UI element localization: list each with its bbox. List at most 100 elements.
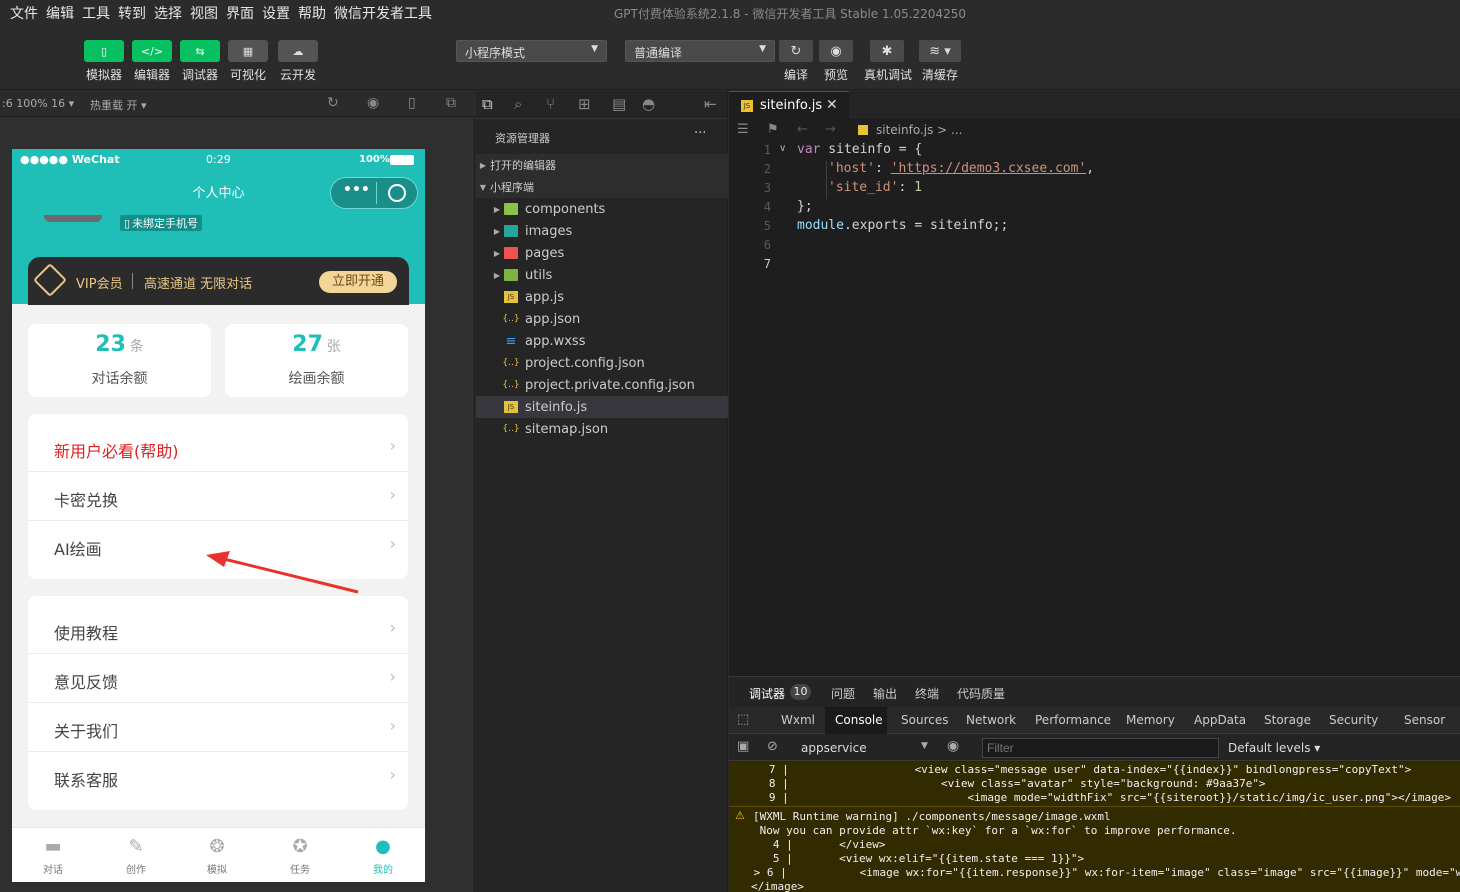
tab-siteinfo[interactable]: JS siteinfo.js ✕ — [729, 91, 849, 119]
code-line-4[interactable]: }; — [797, 199, 813, 214]
record-icon[interactable]: ◉ — [367, 95, 379, 111]
tab-task[interactable]: ✪ 任务 — [280, 836, 320, 876]
remote-debug-button[interactable]: ✱ — [870, 40, 904, 62]
tab-sensor[interactable]: Sensor — [1404, 713, 1445, 727]
tab-debugger[interactable]: 调试器 — [749, 685, 785, 702]
clear-console-icon[interactable]: ⊘ — [767, 739, 778, 754]
collapse-panel-icon[interactable]: ⇤ — [704, 95, 717, 113]
vip-card[interactable]: VIP会员 高速通道 无限对话 立即开通 — [28, 257, 409, 305]
capsule-menu[interactable]: ••• — [330, 177, 418, 209]
tab-create[interactable]: ✎ 创作 — [116, 836, 156, 876]
code-line-2[interactable]: 'host': 'https://demo3.cxsee.com', — [828, 161, 1094, 176]
chevron-down-icon: ▼ — [479, 182, 487, 192]
tree-item-images[interactable]: ▶ images — [476, 220, 728, 242]
editor-button[interactable]: </> — [132, 40, 172, 62]
menu-item-contact[interactable]: 联系客服 › — [28, 753, 408, 801]
files-icon[interactable]: ⧉ — [482, 95, 493, 113]
tab-security[interactable]: Security — [1329, 713, 1378, 727]
avatar[interactable] — [44, 215, 102, 222]
debugger-button[interactable]: ⇆ — [180, 40, 220, 62]
tree-item-project-config-json[interactable]: {..} project.config.json — [476, 352, 728, 374]
vip-open-button[interactable]: 立即开通 — [319, 271, 397, 293]
menu-item-feedback[interactable]: 意见反馈 › — [28, 655, 408, 703]
devtools-tabs: ⬚ Wxml Console Sources Network Performan… — [729, 707, 1460, 734]
code-line-3[interactable]: 'site_id': 1 — [828, 180, 922, 195]
tab-output[interactable]: 输出 — [873, 685, 897, 702]
console-filter-input[interactable] — [982, 738, 1219, 758]
tab-performance[interactable]: Performance — [1035, 713, 1111, 727]
more-icon[interactable]: ••• — [343, 182, 370, 198]
tab-wxml[interactable]: Wxml — [781, 713, 815, 727]
tree-item-components[interactable]: ▶ components — [476, 198, 728, 220]
menu-item-help[interactable]: 新用户必看(帮助) › — [28, 424, 408, 472]
close-mini-icon[interactable] — [388, 184, 406, 202]
tab-console[interactable]: Console — [835, 713, 883, 727]
search-icon[interactable]: ⌕ — [514, 95, 522, 113]
sidebar-toggle-icon[interactable]: ▣ — [737, 739, 749, 754]
window-icon[interactable]: ⧉ — [446, 95, 456, 111]
tree-item-project-private-config-json[interactable]: {..} project.private.config.json — [476, 374, 728, 396]
tree-item-utils[interactable]: ▶ utils — [476, 264, 728, 286]
tree-item-app-wxss[interactable]: ≡ app.wxss — [476, 330, 728, 352]
outline-icon[interactable]: ▤ — [612, 95, 626, 113]
compile-button[interactable]: ↻ — [779, 40, 813, 62]
tree-item-app-json[interactable]: {..} app.json — [476, 308, 728, 330]
menu-item-redeem[interactable]: 卡密兑换 › — [28, 473, 408, 521]
bookmark-icon[interactable]: ⚑ — [767, 122, 779, 137]
rotate-icon[interactable]: ↻ — [327, 95, 339, 111]
chat-balance-value: 23 — [95, 332, 126, 357]
tab-problems[interactable]: 问题 — [831, 685, 855, 702]
more-icon[interactable]: ··· — [694, 126, 706, 141]
warning-line: 5 | <view wx:elif="{{item.state === 1}}"… — [753, 852, 1085, 865]
tab-terminal[interactable]: 终端 — [915, 685, 939, 702]
eye-icon[interactable]: ◉ — [947, 738, 959, 754]
inspect-icon[interactable]: ⬚ — [737, 712, 749, 727]
section-open-editors[interactable]: ▶ 打开的编辑器 — [476, 154, 728, 176]
tab-appdata[interactable]: AppData — [1194, 713, 1246, 727]
compile-select[interactable]: 普通编译 ▼ — [625, 40, 775, 62]
tab-network[interactable]: Network — [966, 713, 1016, 727]
mode-select[interactable]: 小程序模式 ▼ — [456, 40, 607, 62]
tree-item-app-js[interactable]: JS app.js — [476, 286, 728, 308]
preview-button[interactable]: ◉ — [819, 40, 853, 62]
tree-item-siteinfo-js[interactable]: JS siteinfo.js — [476, 396, 728, 418]
section-miniprogram[interactable]: ▼ 小程序端 — [476, 176, 728, 198]
extensions-icon[interactable]: ⊞ — [578, 95, 591, 113]
list-icon[interactable]: ☰ — [737, 122, 749, 137]
log-levels-select[interactable]: Default levels ▾ — [1228, 741, 1320, 755]
code-line-1[interactable]: var siteinfo = { — [797, 142, 922, 157]
visual-button[interactable]: ▦ — [228, 40, 268, 62]
cloud-button[interactable]: ☁ — [278, 40, 318, 62]
mode-select-value: 小程序模式 — [465, 46, 526, 60]
back-icon[interactable]: ← — [797, 122, 808, 137]
tab-memory[interactable]: Memory — [1126, 713, 1175, 727]
hot-reload-select[interactable]: 热重载 开 ▾ — [90, 97, 147, 113]
forward-icon[interactable]: → — [825, 122, 836, 137]
zoom-select[interactable]: :6 100% 16 ▾ — [2, 97, 74, 110]
tab-code-quality[interactable]: 代码质量 — [957, 685, 1005, 702]
menu-item-about[interactable]: 关于我们 › — [28, 704, 408, 752]
json-file-icon: {..} — [502, 424, 520, 434]
tab-simulate[interactable]: ❂ 模拟 — [197, 836, 237, 876]
tree-item-pages[interactable]: ▶ pages — [476, 242, 728, 264]
explorer-pane: ⧉ ⌕ ⑂ ⊞ ▤ ◓ ⇤ 资源管理器 ··· ▶ 打开的编辑器 ▼ 小程序端 … — [476, 91, 728, 892]
device-icon[interactable]: ▯ — [408, 95, 416, 111]
fold-chevron-icon[interactable]: ∨ — [779, 143, 786, 154]
docker-icon[interactable]: ◓ — [642, 95, 655, 113]
tab-mine[interactable]: ● 我的 — [363, 836, 403, 876]
tree-item-sitemap-json[interactable]: {..} sitemap.json — [476, 418, 728, 440]
close-icon[interactable]: ✕ — [826, 97, 838, 113]
breadcrumb[interactable]: siteinfo.js > ... — [876, 123, 963, 137]
clear-cache-button[interactable]: ≋ ▾ — [919, 40, 961, 62]
phone-bind-badge[interactable]: ▯ 未绑定手机号 — [120, 215, 203, 231]
tree-item-label: app.json — [525, 311, 581, 327]
tab-sources[interactable]: Sources — [901, 713, 948, 727]
menu-item-tutorial[interactable]: 使用教程 › — [28, 606, 408, 654]
debug-icon: ⇆ — [195, 44, 205, 58]
tab-chat[interactable]: ▬ 对话 — [33, 836, 73, 876]
simulator-button[interactable]: ▯ — [84, 40, 124, 62]
git-icon[interactable]: ⑂ — [546, 95, 555, 113]
context-select[interactable]: appservice — [801, 741, 867, 755]
tab-storage[interactable]: Storage — [1264, 713, 1311, 727]
code-line-5[interactable]: module.exports = siteinfo;; — [797, 218, 1008, 233]
